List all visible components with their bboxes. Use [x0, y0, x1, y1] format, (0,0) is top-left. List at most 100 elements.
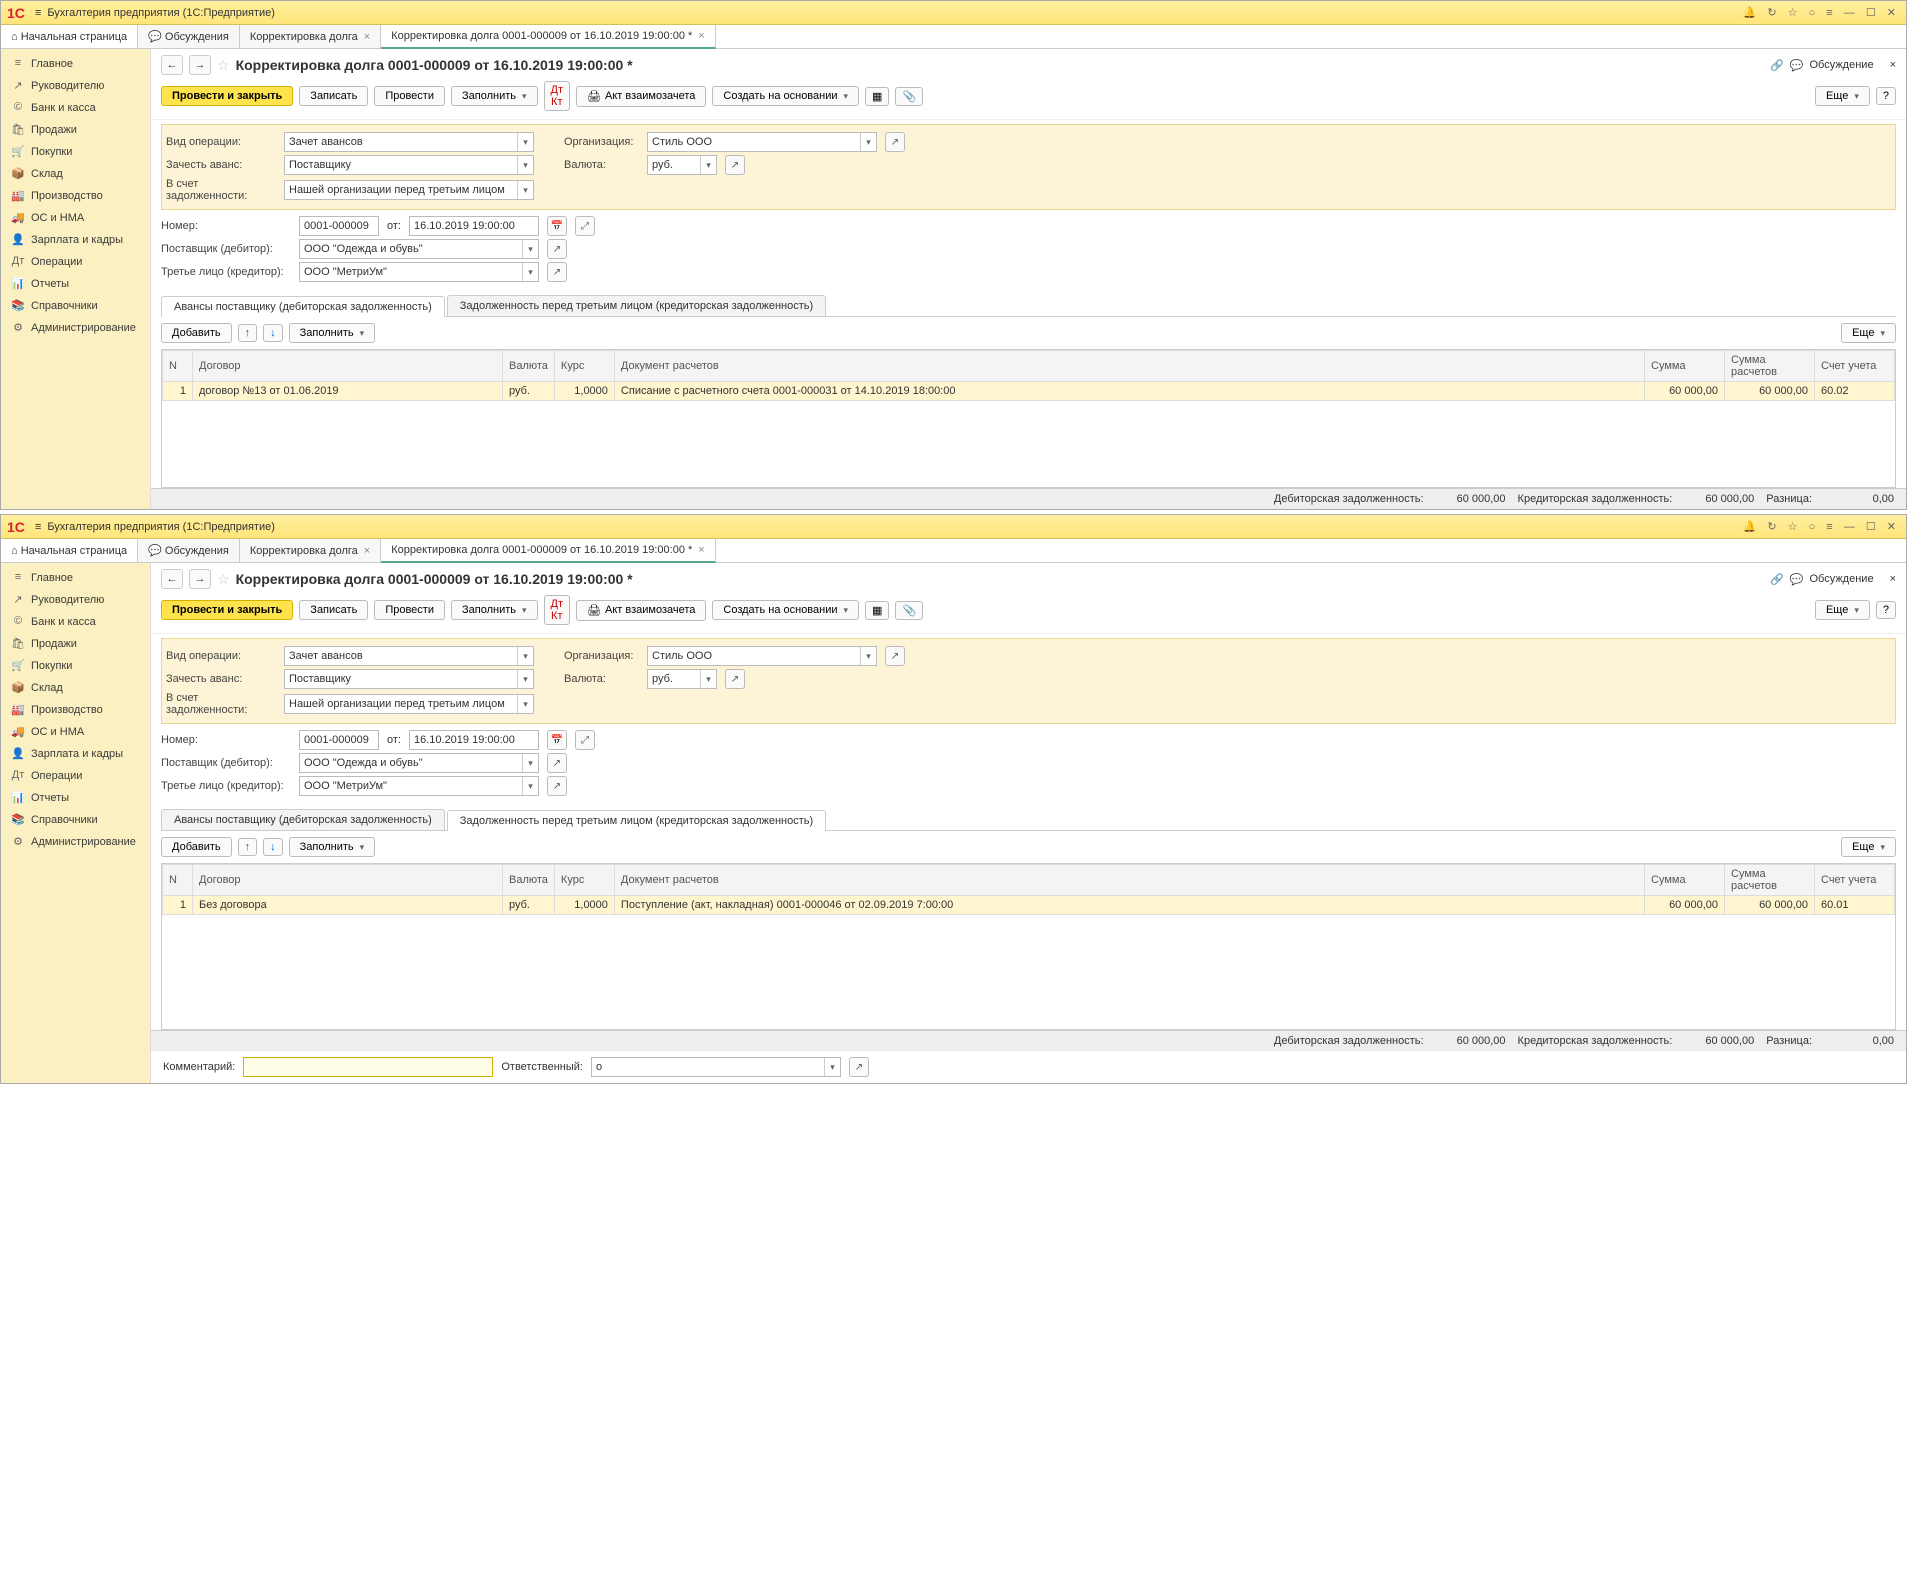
col-currency[interactable]: Валюта [503, 351, 555, 382]
main-menu-icon[interactable]: ≡ [35, 521, 41, 533]
sidebar-item-main[interactable]: ≡Главное [1, 567, 150, 589]
sidebar-item-admin[interactable]: ⚙Администрирование [1, 831, 150, 853]
col-n[interactable]: N [163, 351, 193, 382]
third-select[interactable]: ООО "МетриУм"▾ [299, 776, 539, 796]
history-icon[interactable]: ↻ [1767, 7, 1776, 19]
home-tab[interactable]: ⌂ Начальная страница [1, 539, 138, 562]
sidebar-item-reports[interactable]: 📊Отчеты [1, 787, 150, 809]
date-input[interactable]: 16.10.2019 19:00:00 [409, 730, 539, 750]
currency-select[interactable]: руб.▾ [647, 669, 717, 689]
sidebar-item-dictionaries[interactable]: 📚Справочники [1, 295, 150, 317]
subtab-third-debt[interactable]: Задолженность перед третьим лицом (креди… [447, 810, 826, 831]
currency-select[interactable]: руб.▾ [647, 155, 717, 175]
sidebar-item-production[interactable]: 🏭Производство [1, 699, 150, 721]
sidebar-item-dictionaries[interactable]: 📚Справочники [1, 809, 150, 831]
bell-icon[interactable]: 🔔 [1743, 521, 1757, 533]
tab-debt-correction-doc[interactable]: Корректировка долга 0001-000009 от 16.10… [381, 539, 716, 563]
col-contract[interactable]: Договор [193, 351, 503, 382]
maximize-icon[interactable]: ☐ [1866, 521, 1876, 533]
calendar-icon[interactable]: 📅 [547, 730, 567, 750]
fill-button[interactable]: Заполнить▾ [451, 86, 538, 106]
open-third-button[interactable]: ↗ [547, 262, 567, 282]
open-org-button[interactable]: ↗ [885, 646, 905, 666]
link-icon[interactable]: 🔗 [1770, 59, 1784, 72]
discussion-label[interactable]: Обсуждение [1809, 573, 1873, 585]
debt-for-select[interactable]: Нашей организации перед третьим лицом▾ [284, 694, 534, 714]
offset-select[interactable]: Поставщику▾ [284, 155, 534, 175]
tab-debt-correction-doc[interactable]: Корректировка долга 0001-000009 от 16.10… [381, 25, 716, 49]
act-button[interactable]: 🖨Акт взаимозачета [576, 600, 706, 621]
supplier-select[interactable]: ООО "Одежда и обувь"▾ [299, 753, 539, 773]
org-select[interactable]: Стиль ООО▾ [647, 132, 877, 152]
col-rate[interactable]: Курс [554, 865, 614, 896]
number-input[interactable]: 0001-000009 [299, 216, 379, 236]
open-currency-button[interactable]: ↗ [725, 669, 745, 689]
calendar-icon[interactable]: 📅 [547, 216, 567, 236]
more-button[interactable]: Еще▾ [1815, 600, 1870, 620]
sidebar-item-bank[interactable]: ©ПродажиБанк и касса [1, 611, 150, 633]
sidebar-item-warehouse[interactable]: 📦Склад [1, 163, 150, 185]
back-button[interactable]: ← [161, 55, 183, 75]
number-input[interactable]: 0001-000009 [299, 730, 379, 750]
col-doc[interactable]: Документ расчетов [614, 351, 1644, 382]
star-icon[interactable]: ☆ [1788, 521, 1798, 533]
save-button[interactable]: Записать [299, 86, 368, 106]
col-n[interactable]: N [163, 865, 193, 896]
settings-icon[interactable]: ○ [1809, 521, 1816, 533]
star-icon[interactable]: ☆ [1788, 7, 1798, 19]
open-third-button[interactable]: ↗ [547, 776, 567, 796]
table-row[interactable]: 1 Без договора руб. 1,0000 Поступление (… [163, 896, 1895, 915]
save-button[interactable]: Записать [299, 600, 368, 620]
forward-button[interactable]: → [189, 55, 211, 75]
debt-for-select[interactable]: Нашей организации перед третьим лицом▾ [284, 180, 534, 200]
history-icon[interactable]: ↻ [1767, 521, 1776, 533]
tab-close-icon[interactable]: × [364, 545, 370, 557]
open-currency-button[interactable]: ↗ [725, 155, 745, 175]
forward-button[interactable]: → [189, 569, 211, 589]
close-icon[interactable]: ✕ [1887, 7, 1896, 19]
chat-icon[interactable]: 💬 [1790, 59, 1804, 72]
act-button[interactable]: 🖨Акт взаимозачета [576, 86, 706, 107]
third-debt-table[interactable]: N Договор Валюта Курс Документ расчетов … [162, 864, 1895, 915]
open-org-button[interactable]: ↗ [885, 132, 905, 152]
offset-select[interactable]: Поставщику▾ [284, 669, 534, 689]
tab-close-icon[interactable]: × [364, 31, 370, 43]
expand-icon[interactable]: ⤢ [575, 216, 595, 236]
col-sum[interactable]: Сумма [1645, 865, 1725, 896]
sidebar-item-purchases[interactable]: 🛒Покупки [1, 655, 150, 677]
main-menu-icon[interactable]: ≡ [35, 7, 41, 19]
sidebar-item-main[interactable]: ≡Главное [1, 53, 150, 75]
menu-lines-icon[interactable]: ≡ [1826, 7, 1832, 19]
home-tab[interactable]: ⌂ Начальная страница [1, 25, 138, 48]
sidebar-item-assets[interactable]: 🚚ОС и НМА [1, 207, 150, 229]
sidebar-item-salary[interactable]: 👤Зарплата и кадры [1, 743, 150, 765]
tab-discussions[interactable]: 💬 Обсуждения [138, 25, 240, 48]
open-responsible-button[interactable]: ↗ [849, 1057, 869, 1077]
settings-icon[interactable]: ○ [1809, 7, 1816, 19]
sidebar-item-warehouse[interactable]: 📦Склад [1, 677, 150, 699]
subtab-advances[interactable]: Авансы поставщику (дебиторская задолженн… [161, 296, 445, 317]
col-sum-calc[interactable]: Сумма расчетов [1725, 865, 1815, 896]
sidebar-item-bank[interactable]: ©Банк и касса [1, 97, 150, 119]
create-based-button[interactable]: Создать на основании▾ [712, 600, 859, 620]
table-more-button[interactable]: Еще▾ [1841, 837, 1896, 857]
move-up-button[interactable]: ↑ [238, 324, 258, 342]
link-icon[interactable]: 🔗 [1770, 573, 1784, 586]
table-more-button[interactable]: Еще▾ [1841, 323, 1896, 343]
add-row-button[interactable]: Добавить [161, 837, 232, 857]
help-button[interactable]: ? [1876, 87, 1896, 105]
tab-close-icon[interactable]: × [698, 544, 704, 556]
sidebar-item-purchases[interactable]: 🛒Покупки [1, 141, 150, 163]
more-button[interactable]: Еще▾ [1815, 86, 1870, 106]
subtab-third-debt[interactable]: Задолженность перед третьим лицом (креди… [447, 295, 826, 316]
attach-button[interactable]: 📎 [895, 87, 923, 106]
move-down-button[interactable]: ↓ [263, 838, 283, 856]
tab-debt-correction[interactable]: Корректировка долга × [240, 25, 381, 48]
col-currency[interactable]: Валюта [503, 865, 555, 896]
table-row[interactable]: 1 договор №13 от 01.06.2019 руб. 1,0000 … [163, 382, 1895, 401]
close-icon[interactable]: ✕ [1887, 521, 1896, 533]
expand-icon[interactable]: ⤢ [575, 730, 595, 750]
bell-icon[interactable]: 🔔 [1743, 7, 1757, 19]
comment-input[interactable] [243, 1057, 493, 1077]
post-button[interactable]: Провести [374, 86, 445, 106]
